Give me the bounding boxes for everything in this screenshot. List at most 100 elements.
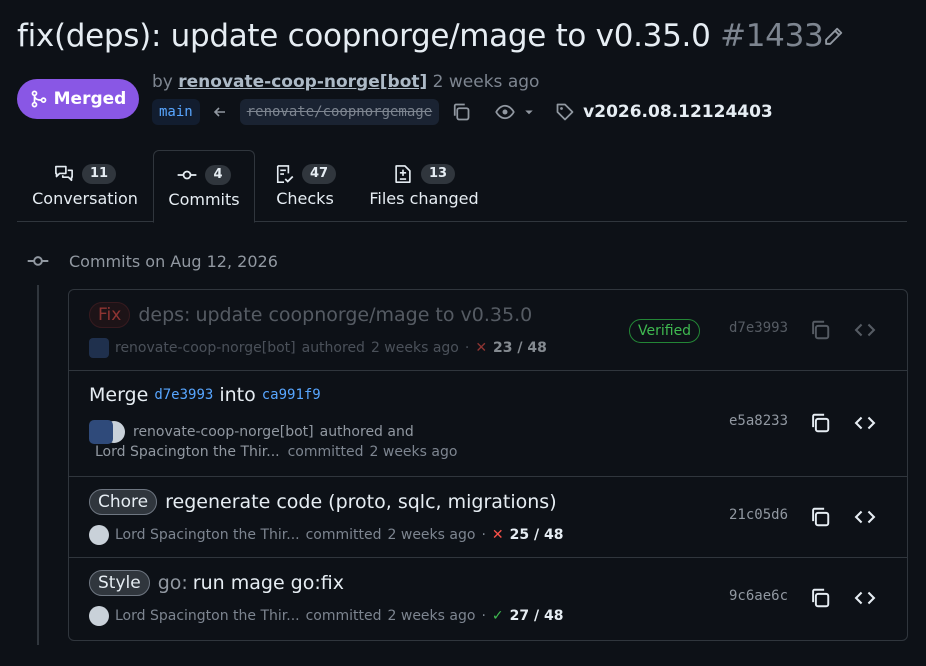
git-commit-icon (178, 170, 197, 180)
checks-count[interactable]: 23 / 48 (493, 340, 547, 356)
browse-code-icon[interactable] (854, 412, 876, 434)
commits-date-heading: Commits on Aug 12, 2026 (27, 250, 278, 272)
copy-sha-icon[interactable] (809, 506, 831, 528)
commit-sha[interactable]: 9c6ae6c (729, 588, 788, 604)
tab-conversation-label: Conversation (32, 189, 138, 208)
chevron-down-icon[interactable] (523, 106, 535, 118)
timeline-line (37, 285, 39, 645)
arrow-left-icon (213, 107, 225, 117)
tag-icon (556, 103, 574, 121)
commits-date-label: Commits on Aug 12, 2026 (69, 251, 278, 271)
head-branch[interactable]: renovate/coopnorgemage (239, 99, 440, 125)
copy-sha-icon[interactable] (809, 587, 831, 609)
commit-action: committed (287, 444, 364, 460)
commit-label-fix: Fix (89, 302, 131, 328)
commit-message[interactable]: Fix deps: update coopnorge/mage to v0.35… (89, 302, 532, 328)
checks-count[interactable]: 25 / 48 (510, 527, 564, 543)
copy-sha-icon[interactable] (809, 412, 831, 434)
commit-meta-committer: Lord Spacington the Thir... committed 2 … (95, 444, 457, 460)
commit-meta: Lord Spacington the Thir... committed 2 … (89, 606, 563, 626)
conversation-count: 11 (81, 164, 117, 184)
branch-row: main renovate/coopnorgemage v2026.08.121… (152, 97, 773, 127)
check-failed-icon[interactable]: ✕ (475, 340, 487, 356)
separator-dot: · (464, 340, 470, 356)
commit-sha[interactable]: d7e3993 (729, 320, 788, 336)
committer-avatar (89, 606, 109, 626)
pr-title: fix(deps): update coopnorge/mage to v0.3… (17, 14, 824, 58)
commit-action: authored and (319, 424, 414, 440)
browse-code-icon[interactable] (854, 319, 876, 341)
bot-avatar (89, 420, 113, 444)
commit-message-prefix: deps: (138, 304, 191, 326)
commit-sha[interactable]: e5a8233 (729, 413, 788, 429)
commit-message-text: run mage go:fix (192, 572, 344, 594)
separator-dot: · (481, 527, 486, 543)
commit-meta: renovate-coop-norge[bot] authored and (89, 420, 414, 444)
commit-row[interactable]: Style go: run mage go:fix Lord Spacingto… (69, 558, 907, 640)
commit-label-style: Style (89, 570, 150, 596)
verified-badge[interactable]: Verified (629, 319, 701, 343)
tab-commits-label: Commits (168, 190, 240, 209)
commit-time: 2 weeks ago (387, 527, 476, 543)
files-changed-count: 13 (420, 164, 456, 184)
commit-message[interactable]: Chore regenerate code (proto, sqlc, migr… (89, 489, 557, 515)
commit-author[interactable]: renovate-coop-norge[bot] (133, 424, 314, 440)
commit-action: authored (301, 340, 365, 356)
checks-count: 47 (301, 164, 337, 184)
browse-code-icon[interactable] (854, 506, 876, 528)
commit-author[interactable]: Lord Spacington the Thir... (115, 527, 300, 543)
avatar-stack (89, 420, 127, 444)
commit-author[interactable]: Lord Spacington the Thir... (115, 608, 300, 624)
commit-sha-link[interactable]: d7e3993 (154, 387, 213, 403)
commit-row[interactable]: Merge d7e3993 into ca991f9 renovate-coop… (69, 371, 907, 477)
pr-byline: by renovate-coop-norge[bot] 2 weeks ago (152, 70, 539, 94)
commit-message-text: update coopnorge/mage to v0.35.0 (195, 304, 533, 326)
by-label: by (152, 72, 173, 92)
release-tag[interactable]: v2026.08.12124403 (583, 102, 773, 122)
tab-checks[interactable]: 47 Checks (262, 150, 348, 221)
commit-author[interactable]: renovate-coop-norge[bot] (115, 340, 296, 356)
tab-conversation[interactable]: 11 Conversation (17, 150, 153, 221)
bot-avatar (89, 338, 109, 358)
tab-files-changed-label: Files changed (369, 189, 479, 208)
commit-message-prefix: go: (157, 572, 188, 594)
commit-action: committed (305, 608, 382, 624)
commit-message[interactable]: Merge d7e3993 into ca991f9 (89, 384, 321, 406)
checks-count[interactable]: 27 / 48 (510, 608, 564, 624)
commit-committer[interactable]: Lord Spacington the Thir... (95, 444, 280, 460)
browse-code-icon[interactable] (854, 587, 876, 609)
commit-message[interactable]: Style go: run mage go:fix (89, 570, 344, 596)
copy-branch-icon[interactable] (451, 102, 471, 122)
tab-files-changed[interactable]: 13 Files changed (367, 150, 481, 221)
pr-time: 2 weeks ago (432, 72, 540, 92)
commit-label-chore: Chore (89, 489, 158, 515)
check-failed-icon[interactable]: ✕ (492, 527, 504, 543)
commits-count: 4 (205, 165, 231, 185)
commit-message-text: regenerate code (proto, sqlc, migrations… (165, 491, 557, 513)
check-passed-icon[interactable]: ✓ (492, 608, 504, 624)
commit-row[interactable]: Fix deps: update coopnorge/mage to v0.35… (69, 290, 907, 371)
merged-status-badge: Merged (17, 79, 139, 119)
base-branch[interactable]: main (152, 99, 200, 125)
commit-row[interactable]: Chore regenerate code (proto, sqlc, migr… (69, 477, 907, 558)
commit-list: Fix deps: update coopnorge/mage to v0.35… (68, 289, 908, 641)
pr-title-text: fix(deps): update coopnorge/mage to v0.3… (17, 18, 711, 54)
tab-commits[interactable]: 4 Commits (153, 150, 255, 223)
pencil-icon[interactable] (822, 26, 844, 48)
pr-tabs: 11 Conversation 4 Commits 47 Checks 13 F… (17, 150, 907, 223)
commit-sha-link[interactable]: ca991f9 (262, 387, 321, 403)
tab-checks-label: Checks (276, 189, 334, 208)
comment-discussion-icon (55, 165, 73, 182)
commit-message-into: into (219, 384, 256, 406)
merged-status-label: Merged (53, 89, 127, 109)
pr-author-link[interactable]: renovate-coop-norge[bot] (178, 72, 427, 92)
commit-time: 2 weeks ago (370, 340, 459, 356)
commit-time: 2 weeks ago (387, 608, 476, 624)
commit-sha[interactable]: 21c05d6 (729, 507, 788, 523)
commit-action: committed (305, 527, 382, 543)
git-merge-icon (31, 90, 47, 108)
eye-icon[interactable] (495, 102, 515, 122)
copy-sha-icon[interactable] (809, 319, 831, 341)
commit-message-merge: Merge (89, 384, 149, 406)
separator-dot: · (481, 608, 486, 624)
